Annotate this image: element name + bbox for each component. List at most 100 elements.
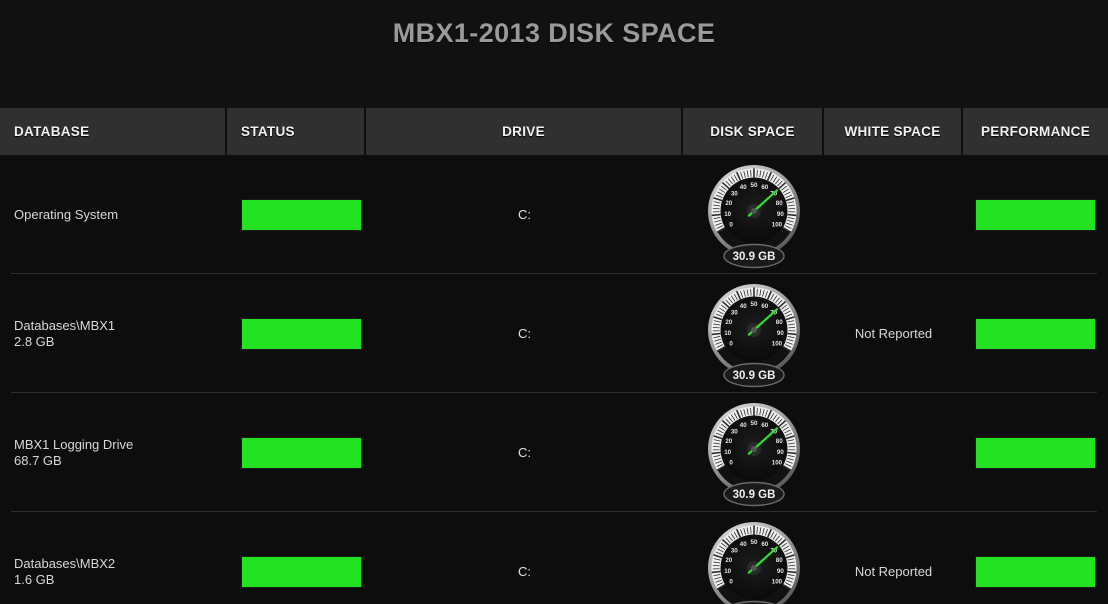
- table-row[interactable]: Operating SystemC:0102030405060708090100…: [0, 155, 1108, 274]
- disk-space-gauge[interactable]: 010203040506070809010030.9 GB: [702, 161, 806, 269]
- cell-database: Databases\MBX1 2.8 GB: [0, 274, 227, 393]
- title-bar: MBX1-2013 DISK SPACE: [0, 0, 1108, 108]
- cell-drive: C:: [366, 274, 683, 393]
- svg-text:10: 10: [724, 211, 731, 218]
- svg-text:40: 40: [739, 303, 746, 310]
- svg-text:80: 80: [775, 319, 782, 326]
- column-header-status[interactable]: STATUS: [227, 108, 366, 155]
- svg-text:40: 40: [739, 422, 746, 429]
- column-header-disk-space[interactable]: DISK SPACE: [683, 108, 824, 155]
- svg-text:10: 10: [724, 449, 731, 456]
- svg-text:100: 100: [771, 221, 782, 228]
- svg-text:100: 100: [771, 578, 782, 585]
- svg-text:60: 60: [761, 541, 768, 548]
- cell-performance: [963, 393, 1108, 512]
- svg-text:60: 60: [761, 303, 768, 310]
- performance-bar[interactable]: [975, 436, 1096, 469]
- drive-letter: C:: [518, 445, 531, 460]
- disk-space-gauge[interactable]: 010203040506070809010030.9 GB: [702, 399, 806, 507]
- column-header-white-space[interactable]: WHITE SPACE: [824, 108, 963, 155]
- cell-white-space: [824, 393, 963, 512]
- svg-text:20: 20: [725, 319, 732, 326]
- svg-text:20: 20: [725, 438, 732, 445]
- column-header-drive[interactable]: DRIVE: [366, 108, 683, 155]
- table-header: DATABASE STATUS DRIVE DISK SPACE WHITE S…: [0, 108, 1108, 155]
- svg-text:30.9 GB: 30.9 GB: [732, 370, 775, 382]
- performance-bar[interactable]: [975, 317, 1096, 350]
- svg-text:0: 0: [729, 221, 733, 228]
- column-header-database[interactable]: DATABASE: [0, 108, 227, 155]
- cell-status: [227, 393, 366, 512]
- cell-database: Databases\MBX2 1.6 GB: [0, 512, 227, 604]
- disk-space-gauge[interactable]: 010203040506070809010030.9 GB: [702, 280, 806, 388]
- cell-database: MBX1 Logging Drive 68.7 GB: [0, 393, 227, 512]
- cell-disk-space: 010203040506070809010030.9 GB: [683, 155, 824, 274]
- svg-text:80: 80: [775, 557, 782, 564]
- disk-space-gauge[interactable]: 010203040506070809010030.9 GB: [702, 518, 806, 604]
- svg-text:0: 0: [729, 340, 733, 347]
- svg-text:20: 20: [725, 200, 732, 207]
- svg-text:60: 60: [761, 422, 768, 429]
- database-name: MBX1 Logging Drive: [14, 436, 134, 452]
- svg-text:100: 100: [771, 459, 782, 466]
- disk-space-dashboard: MBX1-2013 DISK SPACE DATABASE STATUS DRI…: [0, 0, 1108, 604]
- svg-text:40: 40: [739, 184, 746, 191]
- svg-text:80: 80: [775, 200, 782, 207]
- column-header-performance[interactable]: PERFORMANCE: [963, 108, 1108, 155]
- performance-bar[interactable]: [975, 555, 1096, 588]
- status-bar[interactable]: [241, 317, 362, 350]
- cell-performance: [963, 512, 1108, 604]
- page-title: MBX1-2013 DISK SPACE: [392, 18, 716, 48]
- svg-text:0: 0: [729, 459, 733, 466]
- cell-disk-space: 010203040506070809010030.9 GB: [683, 274, 824, 393]
- white-space-value: Not Reported: [854, 564, 933, 579]
- cell-white-space: [824, 155, 963, 274]
- database-name: Databases\MBX2: [14, 555, 116, 571]
- database-size: 1.6 GB: [14, 571, 55, 587]
- svg-text:20: 20: [725, 557, 732, 564]
- svg-text:0: 0: [729, 578, 733, 585]
- svg-text:90: 90: [776, 568, 783, 575]
- svg-text:100: 100: [771, 340, 782, 347]
- database-size: 68.7 GB: [14, 452, 62, 468]
- cell-disk-space: 010203040506070809010030.9 GB: [683, 393, 824, 512]
- drive-letter: C:: [518, 207, 531, 222]
- svg-text:10: 10: [724, 330, 731, 337]
- status-bar[interactable]: [241, 436, 362, 469]
- table-row[interactable]: Databases\MBX21.6 GBC:010203040506070809…: [0, 512, 1108, 604]
- svg-text:90: 90: [776, 211, 783, 218]
- svg-text:30.9 GB: 30.9 GB: [732, 489, 775, 501]
- cell-disk-space: 010203040506070809010030.9 GB: [683, 512, 824, 604]
- svg-text:50: 50: [750, 300, 757, 307]
- cell-white-space: Not Reported: [824, 274, 963, 393]
- cell-status: [227, 274, 366, 393]
- svg-text:50: 50: [750, 419, 757, 426]
- status-bar[interactable]: [241, 198, 362, 231]
- svg-text:40: 40: [739, 541, 746, 548]
- svg-text:30: 30: [730, 309, 737, 316]
- drive-letter: C:: [518, 564, 531, 579]
- svg-text:30: 30: [730, 190, 737, 197]
- cell-status: [227, 512, 366, 604]
- table-body: Operating SystemC:0102030405060708090100…: [0, 155, 1108, 604]
- drive-letter: C:: [518, 326, 531, 341]
- database-name: Databases\MBX1: [14, 317, 116, 333]
- cell-status: [227, 155, 366, 274]
- status-bar[interactable]: [241, 555, 362, 588]
- svg-text:90: 90: [776, 330, 783, 337]
- svg-text:80: 80: [775, 438, 782, 445]
- performance-bar[interactable]: [975, 198, 1096, 231]
- cell-white-space: Not Reported: [824, 512, 963, 604]
- table-row[interactable]: MBX1 Logging Drive 68.7 GB C: 0 10 20 30 40 50 60…: [0, 393, 1108, 512]
- table-row[interactable]: Databases\MBX12.8 GBC:010203040506070809…: [0, 274, 1108, 393]
- white-space-value: Not Reported: [854, 326, 933, 341]
- cell-drive: C:: [366, 512, 683, 604]
- database-name: Operating System: [14, 206, 119, 222]
- database-size: 2.8 GB: [14, 333, 55, 349]
- svg-text:90: 90: [776, 449, 783, 456]
- svg-text:50: 50: [750, 538, 757, 545]
- cell-performance: [963, 155, 1108, 274]
- svg-text:30.9 GB: 30.9 GB: [732, 251, 775, 263]
- cell-drive: C:: [366, 155, 683, 274]
- svg-text:60: 60: [761, 184, 768, 191]
